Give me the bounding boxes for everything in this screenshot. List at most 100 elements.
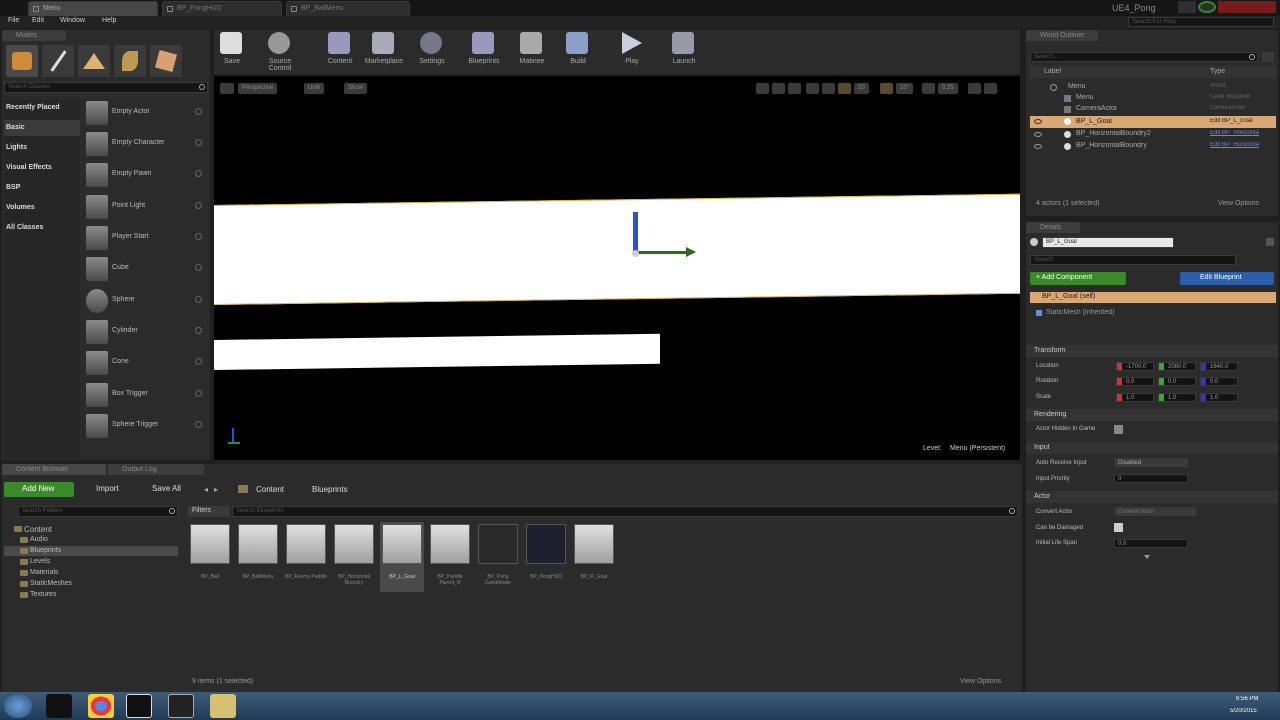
menu-file[interactable]: File bbox=[8, 17, 19, 24]
search-folders-input[interactable]: Search Folders bbox=[18, 506, 178, 517]
asset-bp-paddle-parent-r[interactable]: BP_Paddle Parent_R bbox=[428, 522, 472, 592]
info-icon[interactable] bbox=[195, 390, 202, 397]
foliage-mode-button[interactable] bbox=[114, 45, 146, 77]
view-mode-button[interactable]: Unlit bbox=[304, 83, 325, 94]
import-button[interactable]: Import bbox=[82, 482, 130, 497]
grid-snap-icon[interactable] bbox=[838, 83, 851, 94]
actor-name-input[interactable]: BP_L_Goal bbox=[1042, 237, 1174, 248]
modes-tab[interactable]: Modes bbox=[2, 30, 66, 41]
folder-textures[interactable]: Textures bbox=[20, 591, 56, 598]
horizontal-boundry-bottom[interactable] bbox=[214, 333, 660, 370]
save-button[interactable]: Save bbox=[210, 30, 254, 72]
category-visual-effects[interactable]: Visual Effects bbox=[6, 164, 52, 171]
outliner-view-options[interactable]: View Options bbox=[1218, 200, 1259, 207]
info-icon[interactable] bbox=[195, 296, 202, 303]
world-local-icon[interactable] bbox=[806, 83, 819, 94]
place-item-point-light[interactable]: Point Light bbox=[84, 193, 208, 221]
add-new-button[interactable]: Add New bbox=[4, 482, 74, 497]
folder-audio[interactable]: Audio bbox=[20, 536, 48, 543]
maximize-button[interactable] bbox=[1198, 1, 1216, 13]
category-lights[interactable]: Lights bbox=[6, 144, 27, 151]
chrome-icon[interactable] bbox=[88, 694, 114, 718]
component-self-item[interactable]: BP_L_Goal (self) bbox=[1030, 292, 1276, 303]
info-icon[interactable] bbox=[195, 358, 202, 365]
steam-icon[interactable] bbox=[46, 694, 72, 718]
close-button[interactable] bbox=[1218, 1, 1276, 13]
start-button[interactable] bbox=[4, 694, 32, 718]
grid-snap-value[interactable]: 10 bbox=[854, 83, 869, 94]
asset-bp-pong-gamemode[interactable]: BP_Pong GameMode bbox=[476, 522, 520, 592]
asset-bp-l-goal[interactable]: BP_L_Goal bbox=[380, 522, 424, 592]
place-item-sphere[interactable]: Sphere bbox=[84, 287, 208, 315]
unreal-engine-icon[interactable] bbox=[126, 694, 152, 718]
menu-help[interactable]: Help bbox=[102, 17, 116, 24]
category-bsp[interactable]: BSP bbox=[6, 184, 20, 191]
place-item-cube[interactable]: Cube bbox=[84, 255, 208, 283]
tab-bp-ponghud[interactable]: BP_PongHUD bbox=[162, 1, 282, 16]
folder-blueprints[interactable]: Blueprints bbox=[20, 547, 61, 554]
search-blueprints-input[interactable]: Search Blueprints bbox=[232, 506, 1018, 517]
add-component-button[interactable]: + Add Component bbox=[1030, 272, 1126, 285]
output-log-tab[interactable]: Output Log bbox=[108, 464, 204, 475]
scale-label[interactable]: Scale bbox=[1036, 394, 1051, 400]
file-explorer-icon[interactable] bbox=[210, 694, 236, 718]
info-icon[interactable] bbox=[195, 170, 202, 177]
surface-snap-icon[interactable] bbox=[822, 83, 835, 94]
rotation-z-field[interactable]: 0.0 bbox=[1200, 377, 1238, 386]
category-all-classes[interactable]: All Classes bbox=[6, 224, 43, 231]
forward-arrow-icon[interactable]: ▸ bbox=[214, 485, 218, 494]
save-all-button[interactable]: Save All bbox=[138, 482, 192, 497]
folder-staticmeshes[interactable]: StaticMeshes bbox=[20, 580, 72, 587]
source-control-button[interactable]: Source Control bbox=[258, 30, 302, 72]
clock-time[interactable]: 6:56 PM bbox=[1236, 696, 1258, 702]
minimize-button[interactable] bbox=[1178, 1, 1196, 13]
info-icon[interactable] bbox=[195, 108, 202, 115]
location-x-field[interactable]: -1700.0 bbox=[1116, 362, 1154, 371]
asset-bp-r-goal[interactable]: BP_R_Goal bbox=[572, 522, 616, 592]
table-row[interactable]: Menu Level Blueprint bbox=[1030, 93, 1276, 104]
tab-menu[interactable]: Menu bbox=[28, 1, 158, 16]
place-mode-button[interactable] bbox=[6, 45, 38, 77]
edit-blueprint-button[interactable]: Edit Blueprint bbox=[1180, 272, 1274, 285]
details-search-input[interactable]: Search bbox=[1030, 255, 1236, 265]
input-priority-field[interactable]: 0 bbox=[1114, 474, 1188, 483]
location-label[interactable]: Location bbox=[1036, 363, 1059, 369]
outliner-search-input[interactable]: Search... bbox=[1030, 52, 1258, 62]
asset-bp-enemy-paddle[interactable]: BP_Enemy Paddle bbox=[284, 522, 328, 592]
asset-bp-ballmenu[interactable]: BP_BallMenu bbox=[236, 522, 280, 592]
info-icon[interactable] bbox=[195, 264, 202, 271]
table-row-selected[interactable]: BP_L_Goal Edit BP_L_Goal bbox=[1030, 116, 1276, 128]
menu-window[interactable]: Window bbox=[60, 17, 85, 24]
path-content[interactable]: Content bbox=[256, 485, 284, 494]
folder-levels[interactable]: Levels bbox=[20, 558, 50, 565]
initial-life-span-field[interactable]: 0.0 bbox=[1114, 539, 1188, 548]
camera-speed-icon[interactable] bbox=[968, 83, 981, 94]
play-button[interactable]: Play bbox=[610, 30, 654, 72]
selected-goal-actor[interactable] bbox=[214, 193, 1020, 305]
type-column-header[interactable]: Type bbox=[1210, 68, 1225, 75]
asset-bp-ponghud[interactable]: BP_PongHUD bbox=[524, 522, 568, 592]
label-column-header[interactable]: Label bbox=[1044, 68, 1061, 75]
rotation-snap-icon[interactable] bbox=[880, 83, 893, 94]
info-icon[interactable] bbox=[195, 421, 202, 428]
scale-tool-icon[interactable] bbox=[788, 83, 801, 94]
location-y-field[interactable]: 2080.0 bbox=[1158, 362, 1196, 371]
content-button[interactable]: Content bbox=[318, 30, 362, 72]
visibility-eye-icon[interactable] bbox=[1034, 119, 1042, 124]
rotation-x-field[interactable]: 0.0 bbox=[1116, 377, 1154, 386]
folder-content[interactable]: Content bbox=[14, 525, 52, 534]
paint-mode-button[interactable] bbox=[42, 45, 74, 77]
place-item-box-trigger[interactable]: Box Trigger bbox=[84, 381, 208, 409]
perspective-button[interactable]: Perspective bbox=[238, 83, 278, 94]
info-icon[interactable] bbox=[195, 233, 202, 240]
content-view-options[interactable]: View Options bbox=[960, 678, 1001, 685]
rotation-snap-value[interactable]: 10° bbox=[896, 83, 914, 94]
convert-actor-dropdown[interactable]: Convert Actor bbox=[1114, 507, 1196, 516]
input-section-header[interactable] bbox=[1026, 442, 1278, 454]
info-icon[interactable] bbox=[195, 202, 202, 209]
details-view-options-icon[interactable] bbox=[1240, 255, 1274, 265]
can-be-damaged-checkbox[interactable] bbox=[1114, 523, 1123, 532]
scale-snap-value[interactable]: 0.25 bbox=[938, 83, 958, 94]
auto-receive-input-dropdown[interactable]: Disabled bbox=[1114, 458, 1188, 467]
place-item-empty-actor[interactable]: Empty Actor bbox=[84, 99, 208, 127]
